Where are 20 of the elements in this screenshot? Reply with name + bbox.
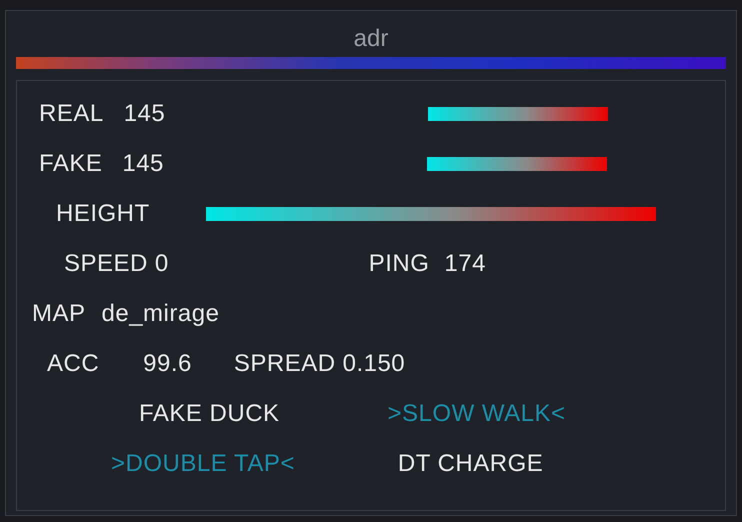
stat-value: 145 xyxy=(122,150,164,178)
stat-value: de_mirage xyxy=(102,300,220,328)
feature-indicator: >DOUBLE TAP< xyxy=(111,450,295,478)
stat-value: 0 xyxy=(154,250,169,278)
feature-indicator: DT CHARGE xyxy=(398,450,544,478)
stat-value: 0.150 xyxy=(342,350,406,378)
stat-label: SPREAD xyxy=(234,350,336,378)
stat-label: REAL xyxy=(39,100,104,128)
stat-label: FAKE xyxy=(39,150,102,178)
stat-value: 99.6 xyxy=(143,350,192,378)
stat-label: ACC xyxy=(47,350,100,378)
feature-indicator: FAKE DUCK xyxy=(139,400,280,428)
stat-label: PING xyxy=(368,250,430,278)
stat-value: 145 xyxy=(124,100,166,128)
stat-label: SPEED xyxy=(64,250,148,278)
feature-indicator: >SLOW WALK< xyxy=(388,400,566,428)
stat-label: HEIGHT xyxy=(56,200,150,228)
stat-value: 174 xyxy=(444,250,486,278)
panel-title: adr xyxy=(354,25,388,53)
stat-label: MAP xyxy=(32,300,86,328)
